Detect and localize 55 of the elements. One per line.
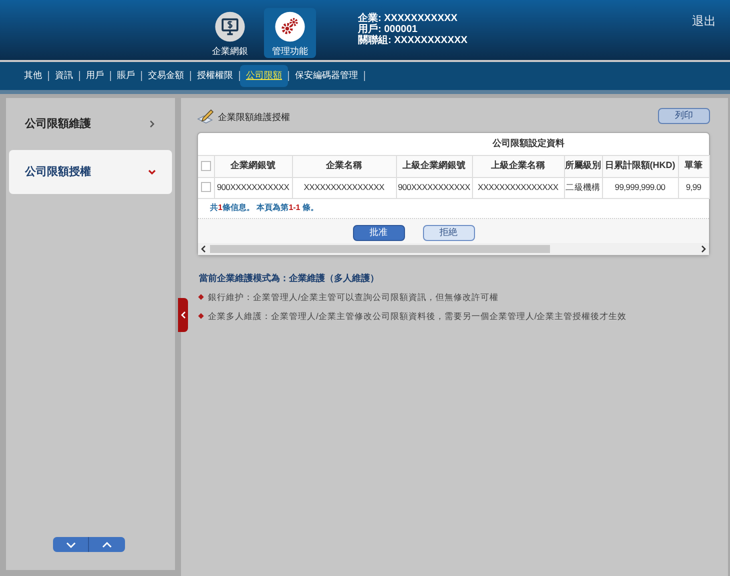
app-tab[interactable]: 企業網銀 [204, 8, 256, 58]
monitor-icon [213, 11, 247, 42]
note-text: 銀行維护：企業管理人/企業主管可以查詢公司限額資訊，但無修改許可權 [208, 291, 498, 304]
nav-tab[interactable]: 公司限額 [240, 65, 288, 87]
sidebar-item[interactable]: 公司限額維護 [9, 102, 172, 146]
chevron-down-icon [66, 542, 76, 548]
nav-tab[interactable]: 交易金額 [142, 65, 190, 87]
nav-tab[interactable]: 資訊 [49, 65, 79, 87]
maintenance-mode-text: 當前企業維護模式為：企業維護（多人維護） [199, 272, 380, 285]
column-header: 單筆 [678, 155, 709, 177]
chevron-left-icon [180, 311, 186, 319]
table-group-heading: 公司限額設定資料 [492, 138, 564, 148]
chevron-right-icon [701, 244, 707, 252]
column-header: 企業網銀號 [214, 155, 292, 177]
column-header: 企業名稱 [292, 155, 396, 177]
approve-button[interactable]: 批准 [352, 224, 404, 240]
app-tab[interactable]: 管理功能 [264, 8, 316, 58]
column-header: 日累計限額(HKD) [602, 155, 678, 177]
nav-tab[interactable]: 用戶 [80, 65, 110, 87]
account-info: 用戶: 000001 [358, 24, 418, 35]
account-info: 企業: XXXXXXXXXXX [358, 13, 458, 24]
nav-tab[interactable]: 授權權限 [191, 65, 239, 87]
nav-tab[interactable]: 賬戶 [111, 65, 141, 87]
scroll-up-button[interactable] [89, 537, 125, 552]
logout-link[interactable]: 退出 [692, 12, 716, 30]
chevron-up-icon [102, 542, 112, 548]
chevron-left-icon [200, 244, 206, 252]
table-cell: 9,99 [678, 177, 709, 198]
chevron-right-icon [148, 120, 156, 128]
nav-tab[interactable]: 其他 [18, 65, 48, 87]
collapse-sidebar-button[interactable] [178, 298, 188, 332]
pencil-icon [197, 108, 215, 124]
column-header: 所屬級別 [564, 155, 602, 177]
gears-icon [273, 11, 307, 42]
record-summary: 共1條信息。 本頁為第1-1 條。 [210, 202, 318, 214]
print-button[interactable]: 列印 [658, 108, 710, 124]
table-cell: 二級機構 [564, 177, 602, 198]
table-cell: XXXXXXXXXXXXXXX [472, 177, 564, 198]
nav-tab[interactable]: 保安編碼器管理 [289, 65, 364, 87]
column-header: 上級企業網銀號 [396, 155, 472, 177]
page-title: 企業限額維護授權 [218, 110, 290, 124]
scroll-down-button[interactable] [53, 537, 89, 552]
table-cell: 99,999,999.00 [602, 177, 678, 198]
select-all-checkbox[interactable] [200, 160, 211, 171]
horizontal-scrollbar[interactable] [198, 242, 709, 254]
chevron-down-icon [148, 168, 156, 176]
reject-button[interactable]: 拒絶 [422, 224, 474, 240]
note-text: 企業多人維護：企業管理人/企業主管修改公司限額資料後，需要另一個企業管理人/企業主管授權後才生效 [208, 310, 627, 322]
row-checkbox[interactable] [200, 182, 211, 192]
table-cell: 900XXXXXXXXXXX [396, 177, 472, 198]
column-header: 上級企業名稱 [472, 155, 564, 177]
account-info: 關聯組: XXXXXXXXXXX [358, 35, 468, 46]
sidebar-item[interactable]: 公司限額授權 [9, 150, 172, 194]
table-cell: 900XXXXXXXXXXX [214, 177, 292, 198]
table-cell: XXXXXXXXXXXXXXX [292, 177, 396, 198]
